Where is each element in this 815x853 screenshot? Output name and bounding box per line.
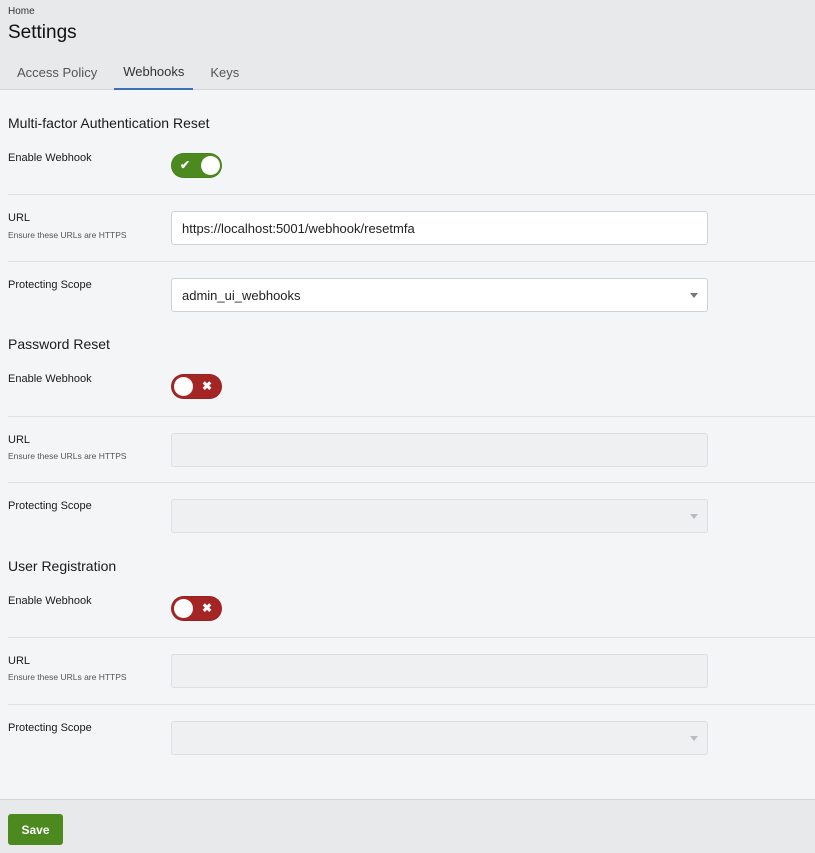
url-label: URL [8, 212, 31, 224]
user-registration-enable-toggle[interactable]: ✖ [171, 596, 222, 621]
user-registration-scope-select[interactable] [171, 721, 708, 755]
enable-webhook-label: Enable Webhook [8, 152, 92, 164]
mfa-reset-enable-toggle[interactable]: ✔ [171, 153, 222, 178]
enable-webhook-label: Enable Webhook [8, 595, 92, 607]
tab-access-policy[interactable]: Access Policy [8, 54, 106, 90]
caret-down-icon [690, 514, 698, 519]
url-label: URL [8, 655, 31, 667]
caret-down-icon [690, 293, 698, 298]
toggle-knob [174, 599, 193, 618]
check-icon: ✔ [180, 158, 191, 172]
breadcrumb[interactable]: Home [8, 6, 35, 17]
divider [8, 194, 815, 195]
password-reset-url-input[interactable] [171, 433, 708, 467]
url-label: URL [8, 434, 31, 446]
url-help-text: Ensure these URLs are HTTPS [8, 451, 127, 461]
enable-webhook-label: Enable Webhook [8, 373, 92, 385]
x-icon: ✖ [202, 601, 213, 615]
toggle-knob [201, 156, 220, 175]
url-help-text: Ensure these URLs are HTTPS [8, 672, 127, 682]
save-button[interactable]: Save [8, 814, 63, 845]
divider [8, 416, 815, 417]
page-footer: Save [0, 799, 815, 853]
password-reset-scope-select[interactable] [171, 499, 708, 533]
page-header: Home Settings Access Policy Webhooks Key… [0, 0, 815, 90]
protecting-scope-label: Protecting Scope [8, 500, 92, 512]
divider [8, 637, 815, 638]
toggle-knob [174, 377, 193, 396]
section-title-user-registration: User Registration [8, 558, 117, 574]
tab-keys[interactable]: Keys [201, 54, 248, 90]
scope-selected-value: admin_ui_webhooks [182, 287, 301, 303]
divider [8, 261, 815, 262]
divider [8, 704, 815, 705]
tab-bar: Access Policy Webhooks Keys [8, 54, 256, 90]
mfa-reset-scope-select[interactable]: admin_ui_webhooks [171, 278, 708, 312]
protecting-scope-label: Protecting Scope [8, 279, 92, 291]
x-icon: ✖ [202, 379, 213, 393]
password-reset-enable-toggle[interactable]: ✖ [171, 374, 222, 399]
section-title-mfa-reset: Multi-factor Authentication Reset [8, 115, 210, 131]
section-title-password-reset: Password Reset [8, 336, 110, 352]
protecting-scope-label: Protecting Scope [8, 722, 92, 734]
user-registration-url-input[interactable] [171, 654, 708, 688]
tab-webhooks[interactable]: Webhooks [114, 54, 194, 90]
page-title: Settings [8, 22, 77, 43]
mfa-reset-url-input[interactable]: https://localhost:5001/webhook/resetmfa [171, 211, 708, 245]
divider [8, 482, 815, 483]
url-help-text: Ensure these URLs are HTTPS [8, 230, 127, 240]
caret-down-icon [690, 736, 698, 741]
